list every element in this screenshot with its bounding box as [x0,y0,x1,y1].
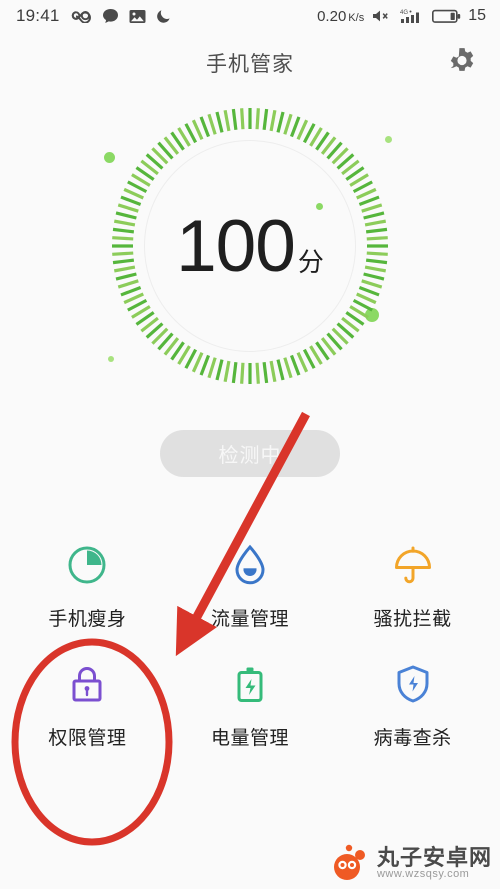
svg-text:4G: 4G [400,10,408,16]
feature-phone-slimming[interactable]: 手机瘦身 [6,538,169,631]
feature-row: 权限管理 电量管理 病毒查杀 [6,657,494,750]
score-unit: 分 [297,246,324,277]
water-drop-icon [223,538,277,592]
pie-chart-icon [60,538,114,592]
feature-label: 骚扰拦截 [373,609,452,630]
status-bar: 19:41 0.20 K/s 4G 15 [0,0,500,32]
status-bar-left: 19:41 [16,6,172,26]
detect-button-label: 检测中 [218,445,282,467]
signal-bars-icon: 4G [400,8,424,24]
watermark-url: www.wzsqsy.com [376,867,470,880]
app-header: 手机管家 [0,32,500,94]
battery-icon [432,9,462,24]
feature-label: 病毒查杀 [373,728,452,749]
feature-label: 电量管理 [211,728,290,749]
score-value: 100 [176,205,296,287]
feature-harassment-block[interactable]: 骚扰拦截 [331,538,494,631]
feature-data-management[interactable]: 流量管理 [169,538,332,631]
feature-row: 手机瘦身 流量管理 骚扰拦截 [6,538,494,631]
score-gauge: 100 分 [108,104,392,388]
feature-permission-management[interactable]: 权限管理 [6,657,169,750]
score-display: 100 分 [176,210,324,283]
feature-battery-management[interactable]: 电量管理 [169,657,332,750]
mute-speaker-icon [372,9,392,23]
network-speed-value: 0.20 [317,7,347,25]
network-speed: 0.20 K/s [317,8,364,25]
infinity-icon [70,9,92,23]
status-bar-right: 0.20 K/s 4G 15 [317,7,486,25]
watermark-name: 丸子安卓网 [376,844,492,870]
score-gauge-section: 100 分 [0,94,500,424]
battery-icon [223,657,277,711]
detect-button[interactable]: 检测中 [160,430,340,477]
page-title: 手机管家 [206,53,294,76]
battery-percent: 15 [468,7,486,24]
network-speed-unit: K/s [348,11,365,24]
feature-grid: 手机瘦身 流量管理 骚扰拦截 权限管理 电量管理 病毒查杀 [0,538,500,750]
feature-label: 流量管理 [211,609,290,630]
umbrella-icon [386,538,440,592]
watermark-logo-icon [333,844,365,880]
watermark: 丸子安卓网 www.wzsqsy.com [327,843,492,883]
lock-icon [60,657,114,711]
status-time: 19:41 [16,6,60,25]
feature-label: 权限管理 [48,728,127,749]
watermark-text: 丸子安卓网 www.wzsqsy.com [377,846,492,881]
shield-icon [386,657,440,711]
image-icon [129,9,146,24]
gear-icon[interactable] [448,47,476,80]
gauge-center: 100 分 [108,104,392,388]
moon-icon [156,8,172,24]
feature-label: 手机瘦身 [48,609,127,630]
chat-bubble-icon [102,8,119,24]
feature-virus-scan[interactable]: 病毒查杀 [331,657,494,750]
